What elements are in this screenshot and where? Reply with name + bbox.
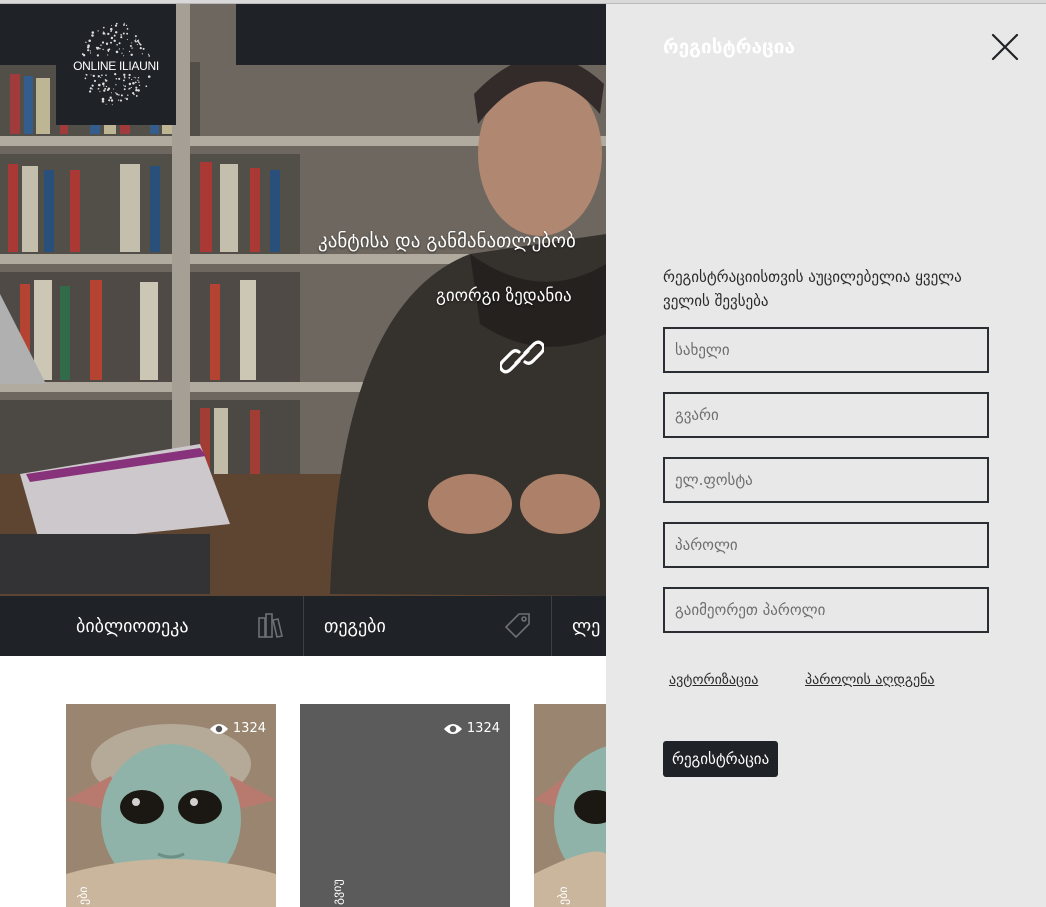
tag-icon <box>504 613 530 639</box>
close-icon[interactable] <box>990 32 1020 62</box>
eye-icon <box>443 723 462 734</box>
category-third[interactable]: ლე <box>552 596 606 656</box>
video-card[interactable]: 1324 ები <box>66 704 276 907</box>
logo-text: ONLINE ILIAUNI <box>73 58 159 73</box>
browser-top-line <box>0 0 1046 4</box>
email-field[interactable] <box>663 457 989 503</box>
view-count: 1324 <box>209 721 266 736</box>
link-icon[interactable] <box>500 337 544 377</box>
video-card[interactable]: 1324 გვიუ <box>300 704 510 907</box>
hero-banner: ONLINE ILIAUNI კანტისა და განმანათლებობ … <box>0 4 606 596</box>
category-tags[interactable]: თეგები <box>304 596 552 656</box>
logo[interactable]: ONLINE ILIAUNI <box>56 4 176 125</box>
card-vertical-label: ები <box>76 886 90 905</box>
eye-icon <box>209 723 228 734</box>
last-name-field[interactable] <box>663 392 989 438</box>
registration-notice: რეგისტრაციისთვის აუცილებელია ყველა ველის… <box>663 268 962 310</box>
category-label: თეგები <box>324 615 386 637</box>
hero-author[interactable]: გიორგი ზედანია <box>436 286 572 306</box>
recover-password-link[interactable]: პაროლის აღდგენა <box>805 672 935 688</box>
first-name-field[interactable] <box>663 327 989 373</box>
category-label: ბიბლიოთეკა <box>76 615 189 637</box>
category-bar: ბიბლიოთეკა თეგები ლე <box>0 596 606 656</box>
category-label: ლე <box>572 615 601 637</box>
baby-yoda-image <box>534 704 606 907</box>
top-bar-left <box>0 4 56 65</box>
view-count-value: 1324 <box>232 721 266 736</box>
category-library[interactable]: ბიბლიოთეკა <box>0 596 304 656</box>
card-vertical-label: ები <box>556 886 570 905</box>
hero-title[interactable]: კანტისა და განმანათლებობ <box>318 230 576 252</box>
panel-title: რეგისტრაცია <box>663 36 796 58</box>
page-root: ONLINE ILIAUNI კანტისა და განმანათლებობ … <box>0 0 1046 907</box>
view-count-value: 1324 <box>466 721 500 736</box>
library-icon <box>258 613 283 638</box>
repeat-password-field[interactable] <box>663 587 989 633</box>
video-card[interactable]: ები <box>534 704 606 907</box>
password-field[interactable] <box>663 522 989 568</box>
registration-panel: რეგისტრაცია რეგისტრაციისთვის აუცილებელია… <box>606 4 1046 907</box>
view-count: 1324 <box>443 721 500 736</box>
top-bar <box>236 4 606 65</box>
card-vertical-label: გვიუ <box>330 879 344 905</box>
login-link[interactable]: ავტორიზაცია <box>669 672 758 688</box>
register-button[interactable]: რეგისტრაცია <box>663 741 779 777</box>
